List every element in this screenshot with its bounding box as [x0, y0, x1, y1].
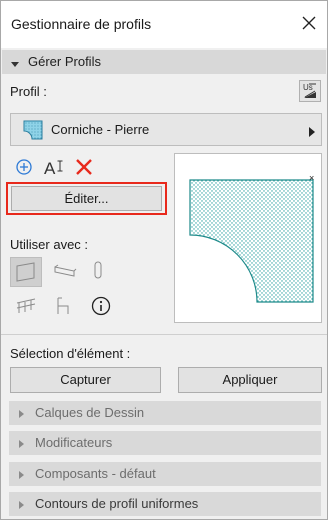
svg-text:A: A — [44, 159, 56, 178]
wall-icon[interactable] — [10, 257, 42, 290]
profile-options-icon[interactable]: Us — [299, 80, 321, 105]
profile-label: Profil : — [10, 84, 47, 99]
title-bar: Gestionnaire de profils — [1, 1, 327, 48]
collapse-arrow-icon — [10, 57, 20, 72]
close-icon[interactable] — [295, 9, 323, 37]
manage-profiles-label: Gérer Profils — [28, 54, 101, 69]
section-default-components[interactable]: Composants - défaut — [9, 462, 321, 486]
section-drawing-layers[interactable]: Calques de Dessin — [9, 401, 321, 425]
profile-thumbnail-icon — [22, 119, 44, 144]
info-icon[interactable] — [90, 295, 112, 320]
section-uniform-profile-contours[interactable]: Contours de profil uniformes — [9, 492, 321, 516]
divider — [1, 334, 327, 335]
rename-text-icon[interactable]: A — [43, 156, 69, 181]
column-icon[interactable] — [90, 259, 106, 286]
manage-profiles-header[interactable]: Gérer Profils — [2, 50, 326, 74]
delete-x-icon[interactable] — [74, 157, 94, 180]
section-modifiers[interactable]: Modificateurs — [9, 431, 321, 455]
railing-icon[interactable] — [15, 295, 39, 320]
section-label: Contours de profil uniformes — [35, 496, 199, 511]
caret-right-icon — [309, 125, 315, 140]
profile-selected-name: Corniche - Pierre — [51, 122, 150, 137]
expand-arrow-icon — [19, 498, 25, 513]
apply-button[interactable]: Appliquer — [178, 367, 322, 393]
expand-arrow-icon — [19, 468, 25, 483]
object-icon[interactable] — [52, 295, 74, 320]
section-label: Composants - défaut — [35, 466, 156, 481]
beam-icon[interactable] — [52, 260, 78, 287]
profile-preview: × — [174, 153, 322, 323]
section-label: Calques de Dessin — [35, 405, 145, 420]
capture-button[interactable]: Capturer — [10, 367, 161, 393]
element-selection-label: Sélection d'élément : — [10, 346, 131, 361]
profile-manager-panel: Gestionnaire de profils Gérer Profils Pr… — [0, 0, 328, 520]
plus-circle-icon[interactable] — [15, 158, 33, 179]
edit-button[interactable]: Éditer... — [11, 186, 162, 211]
use-with-label: Utiliser avec : — [10, 237, 89, 252]
panel-title: Gestionnaire de profils — [11, 16, 152, 32]
section-label: Modificateurs — [35, 435, 113, 450]
svg-text:×: × — [309, 173, 314, 183]
profile-selector[interactable]: Corniche - Pierre — [10, 113, 322, 146]
expand-arrow-icon — [19, 437, 25, 452]
expand-arrow-icon — [19, 407, 25, 422]
